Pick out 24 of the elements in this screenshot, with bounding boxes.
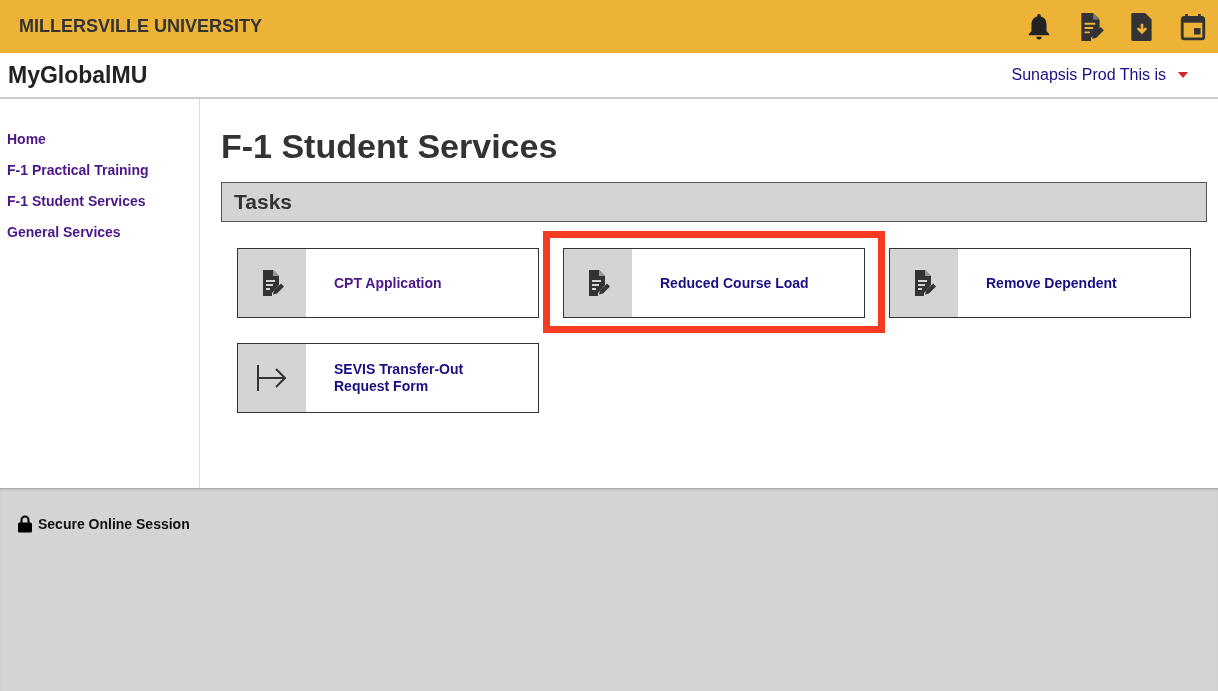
task-tile[interactable]: Reduced Course Load <box>563 248 865 318</box>
sidebar-link[interactable]: Home <box>0 131 46 147</box>
sidebar-link[interactable]: General Services <box>0 224 121 240</box>
document-pencil-icon <box>260 268 284 298</box>
task-tile[interactable]: SEVIS Transfer-Out Request Form <box>237 343 539 413</box>
bell-icon[interactable] <box>1026 12 1052 41</box>
task-tile[interactable]: CPT Application <box>237 248 539 318</box>
secure-session-text: Secure Online Session <box>38 516 190 532</box>
sidebar-link[interactable]: F-1 Practical Training <box>0 162 149 178</box>
document-download-icon[interactable] <box>1130 11 1154 42</box>
portal-title: MyGlobalMU <box>8 61 149 89</box>
task-tile[interactable]: Remove Dependent <box>889 248 1191 318</box>
document-pencil-icon[interactable] <box>1078 11 1104 42</box>
calendar-icon[interactable] <box>1180 12 1206 41</box>
document-pencil-icon <box>586 268 610 298</box>
university-name: MILLERSVILLE UNIVERSITY <box>19 16 264 37</box>
sidebar-link[interactable]: F-1 Student Services <box>0 193 146 209</box>
document-pencil-icon <box>912 268 936 298</box>
page-title: F-1 Student Services <box>221 127 558 166</box>
caret-icon <box>1178 72 1188 78</box>
section-header: Tasks <box>221 182 1207 222</box>
user-menu[interactable]: Sunapsis Prod This is <box>1011 66 1188 84</box>
arrow-right-to-bar-icon <box>256 364 288 392</box>
lock-icon <box>18 515 32 533</box>
